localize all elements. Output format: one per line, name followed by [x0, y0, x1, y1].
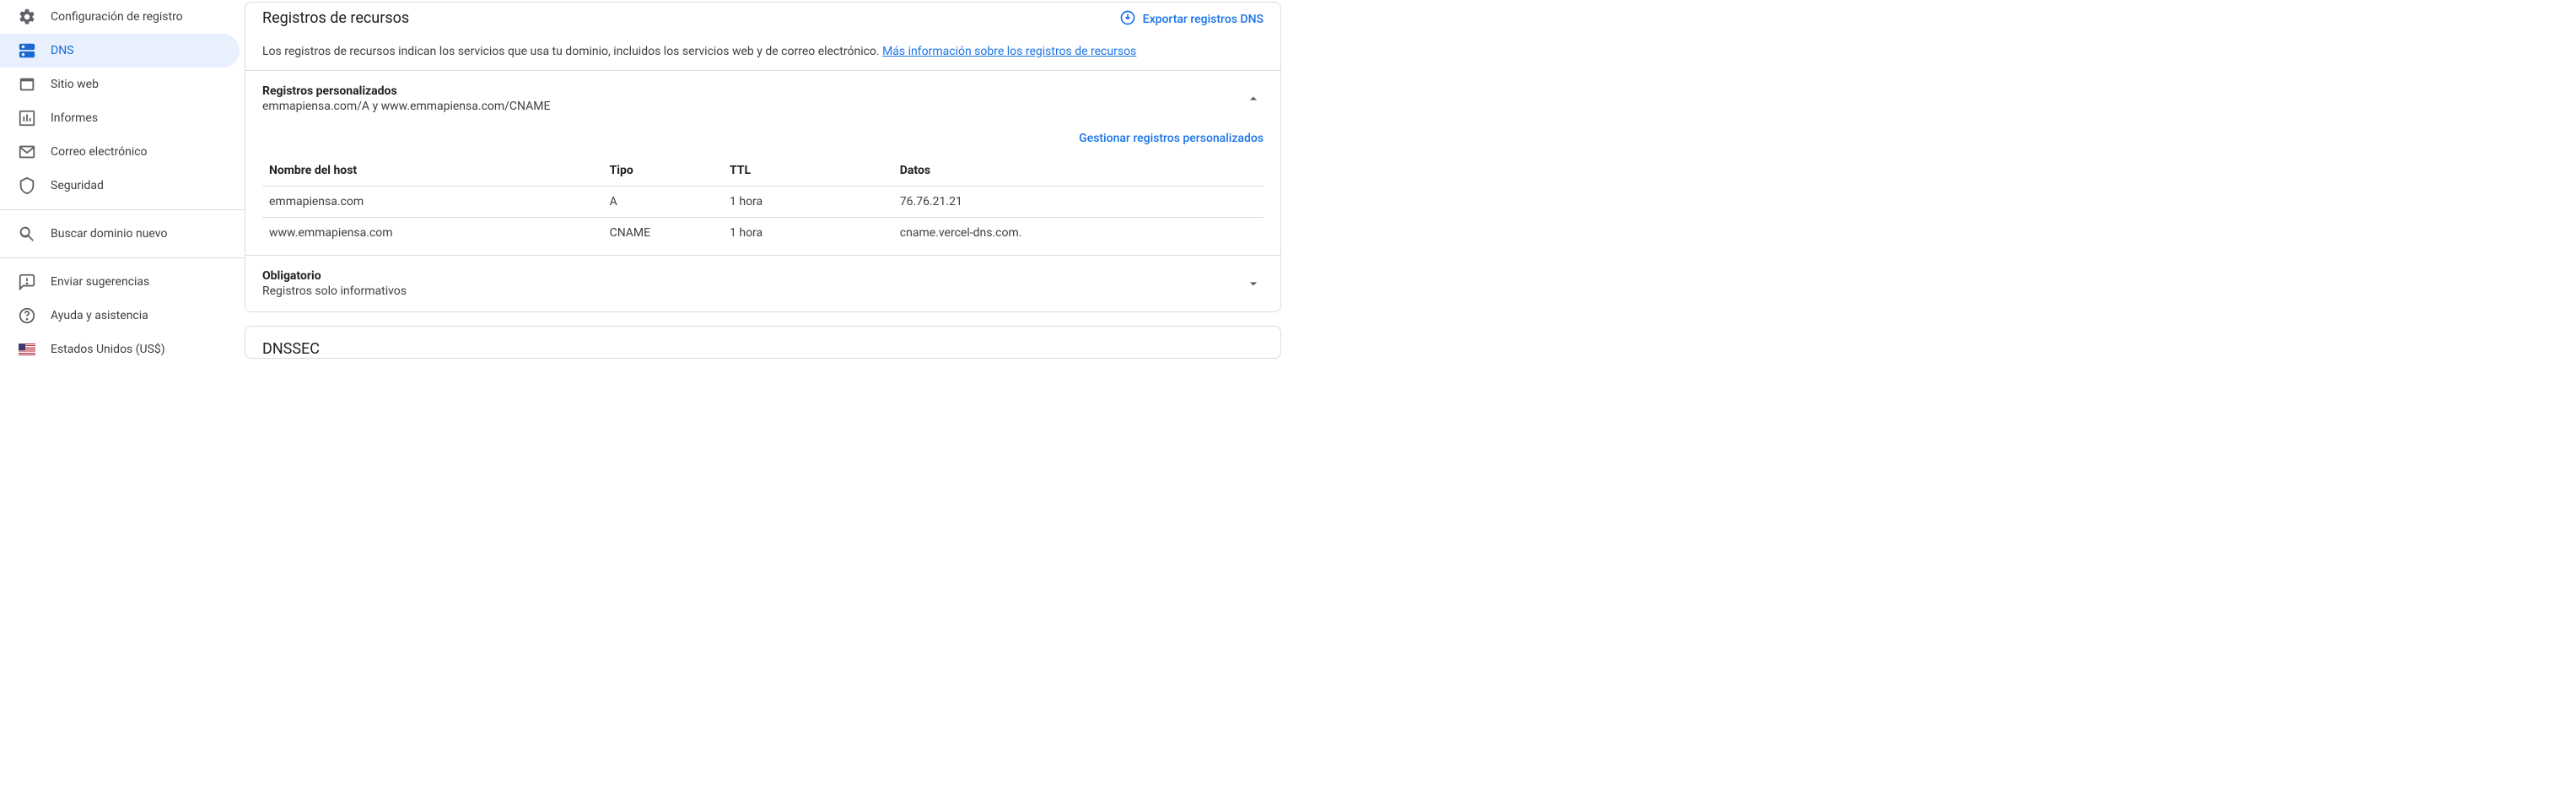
sidebar-item-dns[interactable]: DNS	[0, 34, 240, 68]
sidebar-item-label: DNS	[51, 44, 74, 57]
sidebar-item-label: Correo electrónico	[51, 145, 148, 159]
divider	[0, 209, 245, 210]
th-host: Nombre del host	[262, 155, 603, 187]
sidebar-item-label: Enviar sugerencias	[51, 275, 149, 289]
export-dns-link[interactable]: Exportar registros DNS	[1119, 9, 1264, 30]
sidebar-item-label: Configuración de registro	[51, 10, 183, 24]
required-records-toggle[interactable]: Obligatorio Registros solo informativos	[245, 256, 1280, 311]
custom-records-sub: emmapiensa.com/A y www.emmapiensa.com/CN…	[262, 100, 550, 113]
sidebar-item-label: Estados Unidos (US$)	[51, 343, 165, 356]
website-icon	[17, 74, 37, 95]
custom-records-title: Registros personalizados	[262, 84, 550, 98]
chevron-up-icon	[1243, 89, 1264, 109]
export-dns-label: Exportar registros DNS	[1143, 13, 1264, 26]
sidebar-item-label: Sitio web	[51, 78, 99, 91]
dns-records-table: Nombre del host Tipo TTL Datos emmapiens…	[262, 155, 1264, 248]
required-records-title: Obligatorio	[262, 269, 407, 283]
card-title: Registros de recursos	[262, 9, 409, 27]
us-flag-icon	[17, 339, 37, 360]
card-description: Los registros de recursos indican los se…	[245, 30, 1280, 70]
resource-records-card: Registros de recursos Exportar registros…	[245, 2, 1281, 312]
dns-icon	[17, 41, 37, 61]
gear-icon	[17, 7, 37, 27]
th-ttl: TTL	[723, 155, 893, 187]
sidebar-item-registration-settings[interactable]: Configuración de registro	[0, 0, 240, 34]
sidebar-item-locale[interactable]: Estados Unidos (US$)	[0, 333, 240, 366]
th-type: Tipo	[603, 155, 723, 187]
divider	[0, 257, 245, 258]
manage-custom-records-link[interactable]: Gestionar registros personalizados	[1079, 132, 1264, 145]
table-row: emmapiensa.com A 1 hora 76.76.21.21	[262, 187, 1264, 218]
dnssec-card: DNSSEC	[245, 326, 1281, 359]
sidebar-item-reports[interactable]: Informes	[0, 101, 240, 135]
help-icon	[17, 306, 37, 326]
sidebar-item-website[interactable]: Sitio web	[0, 68, 240, 101]
cell-ttl: 1 hora	[723, 187, 893, 218]
th-data: Datos	[893, 155, 1264, 187]
mail-icon	[17, 142, 37, 162]
search-icon	[17, 224, 37, 244]
feedback-icon	[17, 272, 37, 292]
cell-type: A	[603, 187, 723, 218]
table-row: www.emmapiensa.com CNAME 1 hora cname.ve…	[262, 218, 1264, 249]
cell-data: cname.vercel-dns.com.	[893, 218, 1264, 249]
sidebar-item-security[interactable]: Seguridad	[0, 169, 240, 203]
custom-records-toggle[interactable]: Registros personalizados emmapiensa.com/…	[245, 71, 1280, 127]
desc-text: Los registros de recursos indican los se…	[262, 45, 882, 58]
sidebar-item-label: Informes	[51, 111, 98, 125]
sidebar-item-email[interactable]: Correo electrónico	[0, 135, 240, 169]
cell-data: 76.76.21.21	[893, 187, 1264, 218]
sidebar-item-label: Buscar dominio nuevo	[51, 227, 167, 241]
cell-ttl: 1 hora	[723, 218, 893, 249]
learn-more-link[interactable]: Más información sobre los registros de r…	[882, 45, 1136, 58]
sidebar-item-feedback[interactable]: Enviar sugerencias	[0, 265, 240, 299]
chart-icon	[17, 108, 37, 128]
shield-icon	[17, 176, 37, 196]
sidebar-item-label: Seguridad	[51, 179, 104, 192]
cell-host: www.emmapiensa.com	[262, 218, 603, 249]
cell-type: CNAME	[603, 218, 723, 249]
sidebar-item-help[interactable]: Ayuda y asistencia	[0, 299, 240, 333]
cell-host: emmapiensa.com	[262, 187, 603, 218]
custom-records-section: Registros personalizados emmapiensa.com/…	[245, 70, 1280, 255]
required-records-sub: Registros solo informativos	[262, 284, 407, 298]
required-records-section: Obligatorio Registros solo informativos	[245, 255, 1280, 311]
chevron-down-icon	[1243, 273, 1264, 294]
main-content: Registros de recursos Exportar registros…	[245, 0, 1288, 395]
sidebar-item-search-domain[interactable]: Buscar dominio nuevo	[0, 217, 240, 251]
sidebar: Configuración de registro DNS Sitio web …	[0, 0, 245, 395]
sidebar-item-label: Ayuda y asistencia	[51, 309, 148, 322]
dnssec-title: DNSSEC	[262, 340, 1264, 358]
download-icon	[1119, 9, 1136, 30]
